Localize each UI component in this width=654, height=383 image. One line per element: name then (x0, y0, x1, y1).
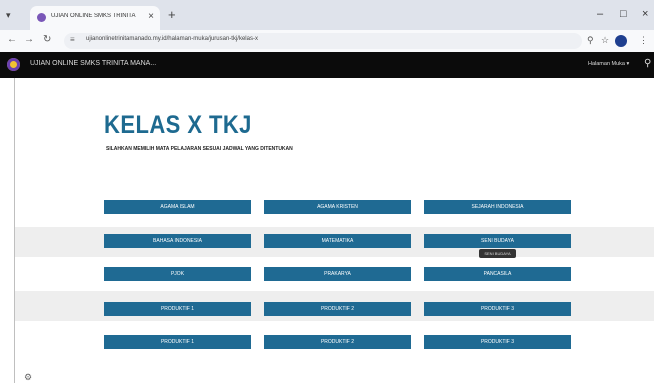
site-title[interactable]: UJIAN ONLINE SMKS TRINITA MANA... (30, 60, 156, 67)
subject-button-matematika[interactable]: MATEMATIKA (264, 234, 411, 248)
home-menu-label: Halaman Muka (588, 61, 625, 67)
reload-icon[interactable]: ↻ (43, 34, 51, 45)
tab-close-icon[interactable]: × (148, 11, 154, 22)
subject-button-produktif-1-b[interactable]: PRODUKTIF 1 (104, 335, 251, 349)
subject-button-bahasa-indonesia[interactable]: BAHASA INDONESIA (104, 234, 251, 248)
tab-title: UJIAN ONLINE SMKS TRINITA MANA (51, 13, 136, 19)
window-close-icon[interactable]: × (642, 8, 648, 20)
site-header: UJIAN ONLINE SMKS TRINITA MANA... Halama… (0, 52, 654, 78)
page-title: KELAS X TKJ (104, 111, 252, 139)
search-icon[interactable]: ⚲ (644, 58, 651, 69)
back-arrow-icon[interactable]: ← (7, 34, 17, 45)
browser-tab-strip: ▾ UJIAN ONLINE SMKS TRINITA MANA × + – □… (0, 0, 654, 30)
school-logo[interactable] (7, 58, 20, 71)
address-bar[interactable]: ≡ ujianonlinetrinitamanado.my.id/halaman… (64, 33, 582, 49)
site-info-icon[interactable]: ≡ (70, 35, 75, 44)
subject-button-pjok[interactable]: PJOK (104, 267, 251, 281)
browser-tab-active[interactable]: UJIAN ONLINE SMKS TRINITA MANA × (30, 6, 160, 30)
subject-button-produktif-3-b[interactable]: PRODUKTIF 3 (424, 335, 571, 349)
subject-button-seni-budaya[interactable]: SENI BUDAYA (424, 234, 571, 248)
tooltip: SENI BUDAYA (479, 249, 516, 258)
forward-arrow-icon[interactable]: → (24, 34, 34, 45)
minimize-icon[interactable]: – (597, 8, 603, 20)
browser-menu-icon[interactable]: ⋮ (639, 35, 648, 46)
subject-button-agama-islam[interactable]: AGAMA ISLAM (104, 200, 251, 214)
maximize-icon[interactable]: □ (620, 8, 627, 20)
subject-button-prakarya[interactable]: PRAKARYA (264, 267, 411, 281)
new-tab-plus-icon[interactable]: + (168, 7, 176, 22)
subject-button-produktif-2[interactable]: PRODUKTIF 2 (264, 302, 411, 316)
profile-avatar[interactable] (615, 35, 627, 47)
site-favicon-icon (37, 13, 46, 22)
subject-button-produktif-2-b[interactable]: PRODUKTIF 2 (264, 335, 411, 349)
page-subtitle: SILAHKAN MEMILIH MATA PELAJARAN SESUAI J… (106, 146, 293, 152)
home-menu-dropdown[interactable]: Halaman Muka ▾ (588, 61, 629, 67)
subject-button-pancasila[interactable]: PANCASILA (424, 267, 571, 281)
subject-button-agama-kristen[interactable]: AGAMA KRISTEN (264, 200, 411, 214)
bookmark-star-icon[interactable]: ☆ (601, 35, 609, 46)
subject-button-sejarah-indonesia[interactable]: SEJARAH INDONESIA (424, 200, 571, 214)
tab-search-chevron-icon[interactable]: ▾ (6, 10, 11, 21)
url-text: ujianonlinetrinitamanado.my.id/halaman-m… (86, 36, 258, 42)
subject-button-produktif-3[interactable]: PRODUKTIF 3 (424, 302, 571, 316)
browser-toolbar: ← → ↻ ≡ ujianonlinetrinitamanado.my.id/h… (0, 30, 654, 53)
zoom-icon[interactable]: ⚲ (587, 35, 594, 46)
settings-gear-icon[interactable]: ⚙ (24, 372, 32, 383)
subject-button-produktif-1[interactable]: PRODUKTIF 1 (104, 302, 251, 316)
